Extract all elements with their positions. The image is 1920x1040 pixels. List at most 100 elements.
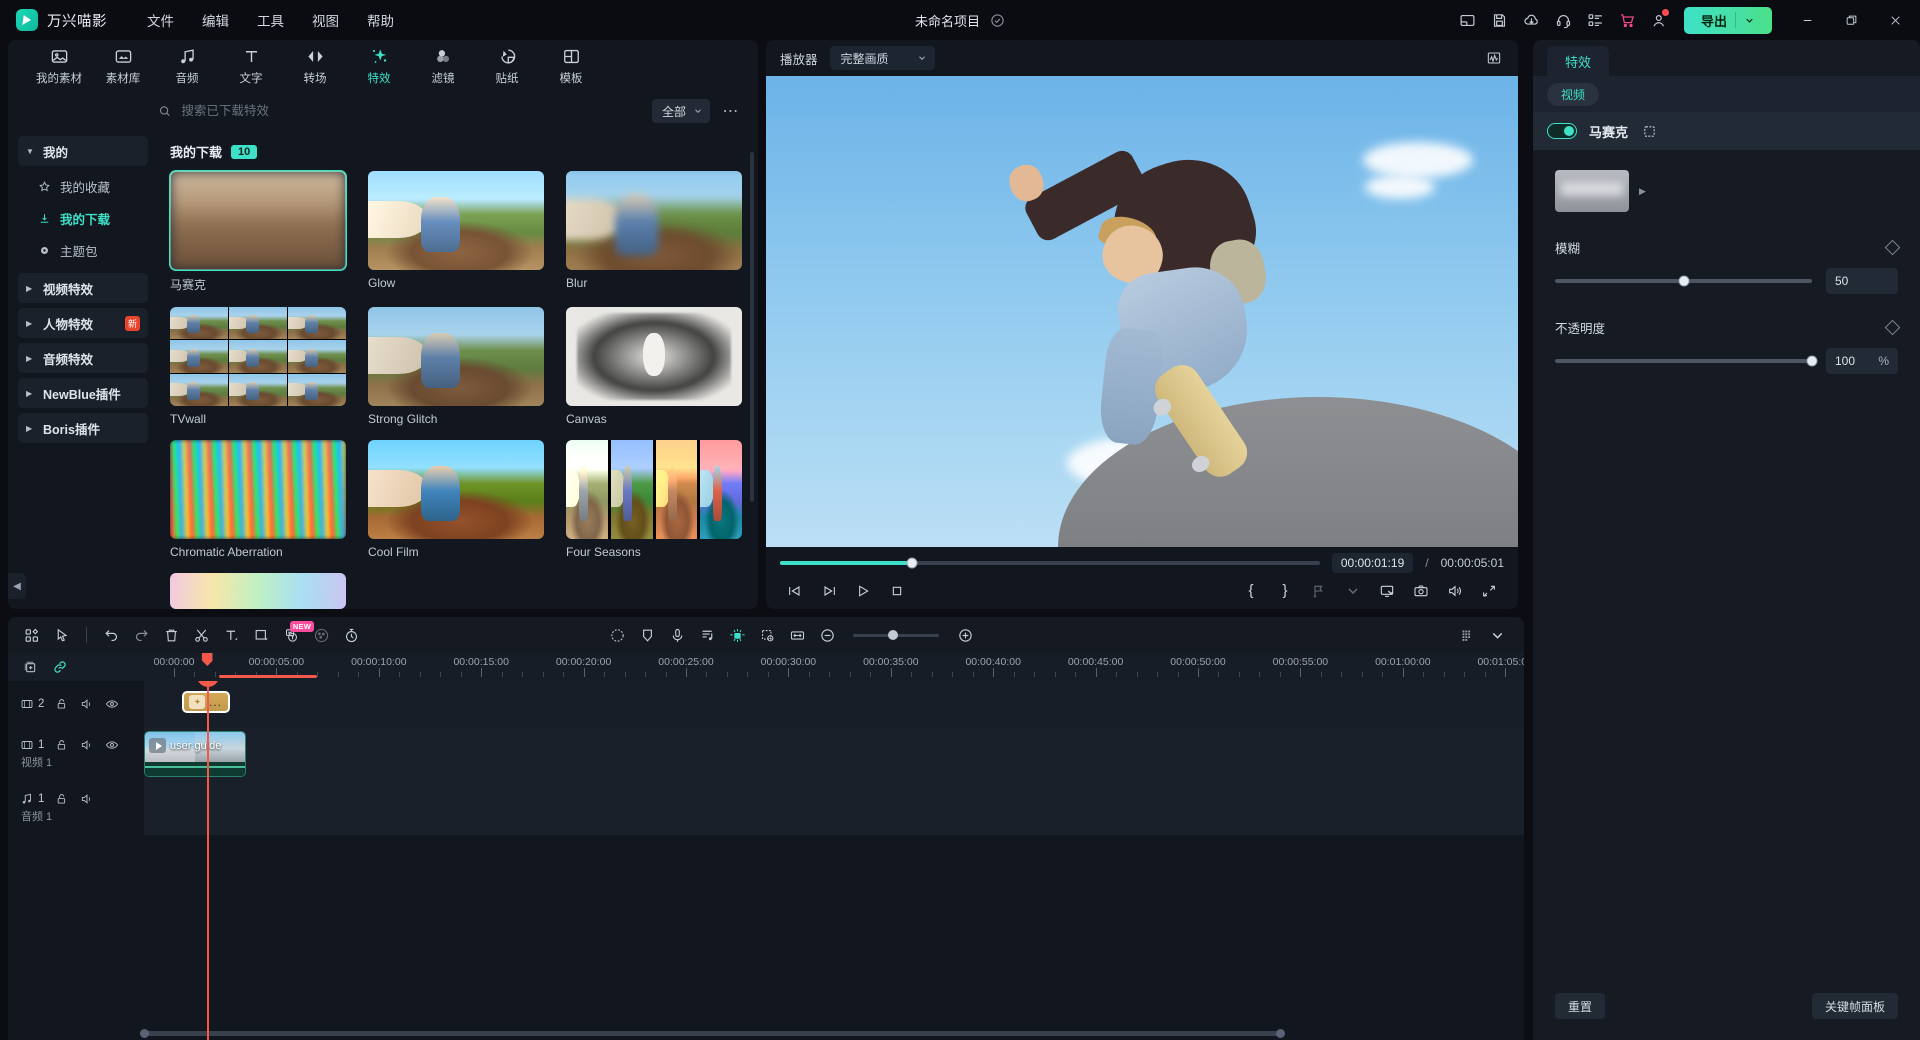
lock-icon[interactable] (55, 792, 69, 806)
effect-card-four-seasons[interactable]: Four Seasons (566, 440, 742, 559)
effect-card-strong-glitch[interactable]: Strong Glitch (368, 307, 544, 426)
motion-tracking-icon[interactable] (603, 622, 631, 648)
menu-tools[interactable]: 工具 (243, 5, 298, 35)
blur-slider-handle[interactable] (1678, 276, 1689, 287)
cloud-upload-icon[interactable] (1516, 5, 1546, 35)
tab-effects[interactable]: 特效 (348, 42, 410, 90)
timeline-horizontal-scrollbar[interactable] (144, 1031, 1514, 1036)
timeline-zoom-handle[interactable] (888, 630, 898, 640)
snap-magnet-icon[interactable] (723, 622, 751, 648)
stop-button[interactable] (882, 578, 912, 604)
opacity-slider-handle[interactable] (1807, 356, 1818, 367)
tab-stock-library[interactable]: 素材库 (92, 42, 154, 90)
chroma-key-icon[interactable] (753, 622, 781, 648)
effects-scrollbar[interactable] (750, 152, 754, 502)
effect-card-mosaic[interactable]: 马赛克 (170, 171, 346, 293)
fullscreen-button[interactable] (1474, 578, 1504, 604)
add-track-icon[interactable] (22, 659, 38, 675)
export-button[interactable]: 导出 (1684, 7, 1772, 34)
sidebar-group-mine[interactable]: ▼ 我的 (18, 136, 148, 166)
snapshot-button[interactable] (1406, 578, 1436, 604)
tab-audio[interactable]: 音频 (156, 42, 218, 90)
tab-transition[interactable]: 转场 (284, 42, 346, 90)
timeline-zoom-slider[interactable] (853, 634, 939, 637)
maximize-button[interactable] (1830, 0, 1872, 40)
current-time[interactable]: 00:00:01:19 (1332, 553, 1413, 573)
scroll-right-handle[interactable] (1276, 1029, 1285, 1038)
effect-clip[interactable]: ... (182, 691, 230, 713)
headset-support-icon[interactable] (1548, 5, 1578, 35)
scroll-thumb[interactable] (144, 1031, 1281, 1036)
zoom-in-icon[interactable] (951, 622, 979, 648)
filter-dropdown[interactable]: 全部 (652, 99, 710, 123)
tab-my-media[interactable]: 我的素材 (28, 42, 90, 90)
menu-edit[interactable]: 编辑 (188, 5, 243, 35)
scope-button[interactable] (1482, 47, 1506, 69)
quality-dropdown[interactable]: 完整画质 (830, 46, 935, 70)
blur-slider[interactable] (1555, 279, 1812, 283)
effect-card-chromatic-aberration[interactable]: Chromatic Aberration (170, 440, 346, 559)
search-box[interactable] (158, 97, 644, 125)
eye-icon[interactable] (105, 697, 119, 711)
color-palette-icon[interactable] (307, 622, 335, 648)
mute-icon[interactable] (80, 697, 94, 711)
layout-icon[interactable] (1452, 5, 1482, 35)
seek-bar[interactable] (780, 561, 1320, 565)
mark-in-button[interactable]: { (1236, 578, 1266, 604)
play-button[interactable] (848, 578, 878, 604)
user-account-icon[interactable] (1644, 5, 1674, 35)
tab-sticker[interactable]: 贴纸 (476, 42, 538, 90)
effect-card-canvas[interactable]: Canvas (566, 307, 742, 426)
menu-help[interactable]: 帮助 (353, 5, 408, 35)
playhead-pin[interactable] (202, 653, 213, 666)
track-lane[interactable]: user guide (144, 727, 1524, 781)
effect-enable-toggle[interactable] (1547, 123, 1577, 139)
timeline-ruler[interactable]: 00:00:0000:00:05:0000:00:10:0000:00:15:0… (144, 653, 1524, 681)
eye-icon[interactable] (105, 738, 119, 752)
sidebar-group-character-effects[interactable]: ▶ 人物特效 新 (18, 308, 148, 338)
minimize-button[interactable] (1786, 0, 1828, 40)
tab-effects-properties[interactable]: 特效 (1547, 46, 1609, 76)
select-tool-icon[interactable] (48, 622, 76, 648)
track-lane[interactable]: ... (144, 681, 1524, 727)
keyframe-diamond-icon[interactable] (1885, 320, 1901, 336)
effect-card-glow[interactable]: Glow (368, 171, 544, 293)
sidebar-group-boris[interactable]: ▶ Boris插件 (18, 413, 148, 443)
keyframe-diamond-icon[interactable] (1885, 240, 1901, 256)
mark-out-button[interactable]: } (1270, 578, 1300, 604)
chevron-right-icon[interactable]: ▶ (1639, 186, 1646, 197)
text-tool-icon[interactable] (217, 622, 245, 648)
track-view-options-icon[interactable] (1454, 622, 1482, 648)
more-options-button[interactable]: ⋯ (718, 99, 744, 123)
split-scissors-icon[interactable] (187, 622, 215, 648)
tab-filter[interactable]: 滤镜 (412, 42, 474, 90)
menu-file[interactable]: 文件 (133, 5, 188, 35)
speed-timer-icon[interactable] (337, 622, 365, 648)
sidebar-group-audio-effects[interactable]: ▶ 音频特效 (18, 343, 148, 373)
redo-icon[interactable] (127, 622, 155, 648)
effect-card-blur[interactable]: Blur (566, 171, 742, 293)
scroll-left-handle[interactable] (140, 1029, 149, 1038)
collapse-sidebar-button[interactable]: ◀ (8, 573, 26, 599)
marker-icon[interactable] (633, 622, 661, 648)
effect-card-partial[interactable] (170, 573, 346, 609)
search-input[interactable] (181, 104, 644, 118)
video-clip[interactable]: user guide (144, 731, 246, 777)
voiceover-mic-icon[interactable] (663, 622, 691, 648)
add-marker-button[interactable] (1304, 578, 1334, 604)
sidebar-item-theme-packs[interactable]: 主题包 (18, 235, 148, 265)
auto-caption-icon[interactable]: NEW (277, 622, 305, 648)
effect-clip-menu[interactable]: ... (209, 696, 222, 708)
sidebar-item-my-downloads[interactable]: 我的下载 (18, 203, 148, 233)
next-frame-button[interactable] (814, 578, 844, 604)
effect-preset-thumbnail[interactable] (1555, 170, 1629, 212)
undo-icon[interactable] (97, 622, 125, 648)
fit-to-timeline-icon[interactable] (783, 622, 811, 648)
tab-template[interactable]: 模板 (540, 42, 602, 90)
blur-value-box[interactable]: 50 (1826, 268, 1898, 294)
lock-icon[interactable] (55, 697, 69, 711)
zoom-out-icon[interactable] (813, 622, 841, 648)
seek-handle[interactable] (907, 557, 918, 568)
mute-icon[interactable] (80, 738, 94, 752)
chevron-down-icon[interactable] (1484, 622, 1512, 648)
